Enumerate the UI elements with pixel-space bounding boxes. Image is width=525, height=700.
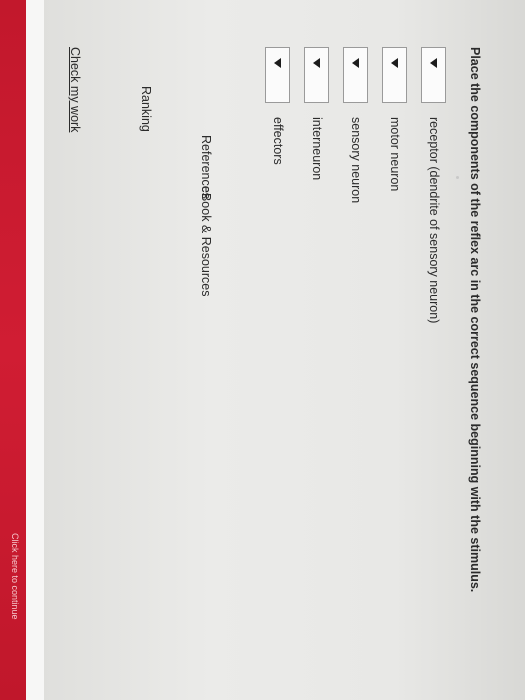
rank-dropdown[interactable] [304,47,329,103]
rank-item-label: sensory neuron [349,117,363,204]
caret-down-icon [391,58,398,68]
rank-dropdown[interactable] [382,47,407,103]
rank-item-label: motor neuron [388,117,402,192]
check-my-work-link[interactable]: Check my work [68,47,82,132]
rank-dropdown[interactable] [421,47,446,103]
continue-button-label: Click here to continue [10,533,20,620]
rank-item-label: receptor (dendrite of sensory neuron) [427,117,441,324]
tab-ebook-resources[interactable]: eBook & Resources [199,186,213,296]
continue-button[interactable]: Click here to continue [0,0,26,700]
caret-down-icon [352,58,359,68]
rank-item-label: interneuron [310,117,324,181]
caret-down-icon [313,58,320,68]
rank-dropdown[interactable] [265,47,290,103]
rank-dropdown[interactable] [343,47,368,103]
rotated-page: Place the components of the reflex arc i… [0,0,525,700]
rank-item-label: effectors [271,117,285,165]
caret-down-icon [274,58,281,68]
divider [26,0,44,700]
question-prompt: Place the components of the reflex arc i… [468,47,482,593]
cursor-dot [456,176,459,179]
caret-down-icon [430,58,437,68]
ranking-label: Ranking [139,86,153,132]
